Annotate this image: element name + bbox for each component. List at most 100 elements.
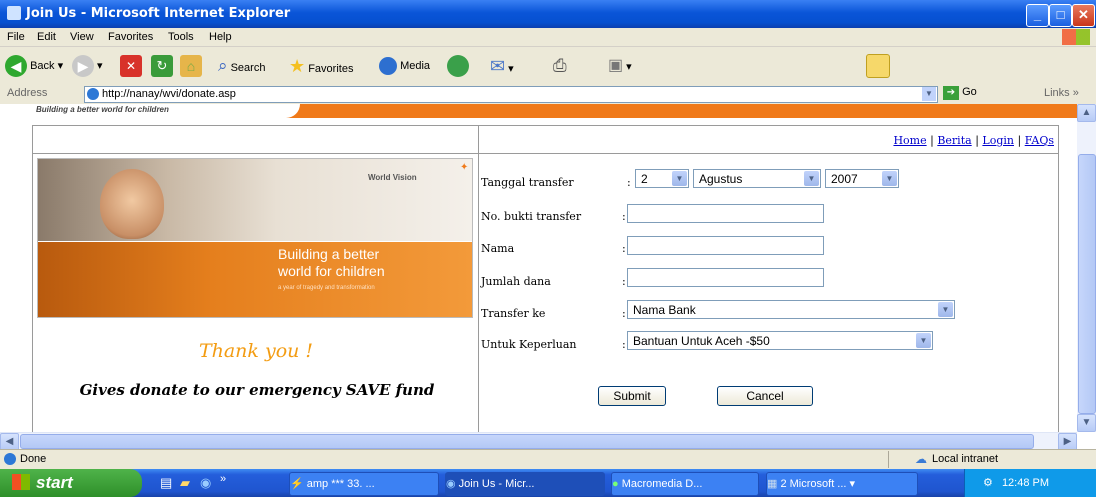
year-select[interactable]: 2007 ▼ xyxy=(825,169,899,188)
start-label: start xyxy=(36,473,73,492)
mail-button[interactable]: ✉ ▾ xyxy=(490,54,514,78)
task-macromedia[interactable]: ● Macromedia D... xyxy=(611,472,759,496)
task-app-icon: ● xyxy=(612,478,622,490)
maximize-button[interactable]: □ xyxy=(1049,4,1072,27)
chevron-down-icon: ▼ xyxy=(882,171,897,186)
menu-bar: File Edit View Favorites Tools Help xyxy=(0,28,1096,47)
taskbar: start ▤ ▰ ◉ » ⚡ amp *** 33. ... ◉ Join U… xyxy=(0,469,1096,497)
scroll-up-button[interactable]: ▲ xyxy=(1077,104,1096,122)
window-title: Join Us - Microsoft Internet Explorer xyxy=(26,6,291,21)
transfer-ke-select[interactable]: Nama Bank ▼ xyxy=(627,300,955,319)
quicklaunch-desktop-icon[interactable]: ▤ xyxy=(160,475,172,491)
nama-input[interactable] xyxy=(627,236,824,255)
submit-button[interactable]: Submit xyxy=(598,386,666,406)
banner-orange-strip xyxy=(270,104,1077,118)
menu-tools[interactable]: Tools xyxy=(168,31,194,43)
task-app-icon: ⚡ xyxy=(290,478,307,490)
menu-edit[interactable]: Edit xyxy=(37,31,56,43)
horizontal-scroll-thumb[interactable] xyxy=(20,434,1034,449)
month-select[interactable]: Agustus ▼ xyxy=(693,169,821,188)
world-vision-photo: World Vision ✦ Building a better world f… xyxy=(37,158,473,318)
colon: : xyxy=(622,338,626,351)
back-arrow-icon: ◀ xyxy=(5,55,27,78)
task-label: amp *** 33. ... xyxy=(306,478,375,490)
links-button[interactable]: Links » xyxy=(1044,87,1079,99)
address-input[interactable]: http://nanay/wvi/donate.asp ▼ xyxy=(84,86,938,103)
bukti-transfer-input[interactable] xyxy=(627,204,824,223)
links-label: Links xyxy=(1044,87,1070,99)
refresh-button[interactable]: ↻ xyxy=(151,54,173,78)
colon: : xyxy=(622,307,626,320)
day-value: 2 xyxy=(641,172,648,186)
search-label: Search xyxy=(230,62,266,74)
nav-berita-link[interactable]: Berita xyxy=(937,134,971,147)
edit-button[interactable]: ▣ ▾ xyxy=(608,54,632,78)
forward-button[interactable]: ▶ ▾ xyxy=(72,54,103,78)
horizontal-scrollbar[interactable]: ◀ ▶ xyxy=(0,432,1077,451)
page-done-icon xyxy=(4,453,16,465)
stop-icon: ✕ xyxy=(120,55,142,78)
address-url: http://nanay/wvi/donate.asp xyxy=(102,88,236,100)
media-label: Media xyxy=(400,60,431,72)
media-button[interactable]: Media xyxy=(379,54,430,78)
back-button[interactable]: ◀ Back ▾ xyxy=(5,54,63,78)
tray-network-icon[interactable]: ⚙ xyxy=(983,477,993,489)
day-select[interactable]: 2 ▼ xyxy=(635,169,689,188)
minimize-button[interactable]: _ xyxy=(1026,4,1049,27)
nav-faqs-link[interactable]: FAQs xyxy=(1025,134,1054,147)
vertical-scroll-thumb[interactable] xyxy=(1078,154,1096,414)
search-button[interactable]: ⌕ Search xyxy=(218,54,265,78)
untuk-keperluan-select[interactable]: Bantuan Untuk Aceh -$50 ▼ xyxy=(627,331,933,350)
world-vision-logo: World Vision xyxy=(368,173,417,182)
address-dropdown-icon[interactable]: ▼ xyxy=(922,87,936,101)
stop-button[interactable]: ✕ xyxy=(120,54,142,78)
untuk-keperluan-value: Bantuan Untuk Aceh -$50 xyxy=(633,334,770,348)
donation-message: Gives donate to our emergency SAVE fund xyxy=(79,381,435,399)
zone-text: Local intranet xyxy=(932,453,999,465)
content-table: Home | Berita | Login | FAQs World Visio… xyxy=(32,125,1059,432)
address-bar: Address http://nanay/wvi/donate.asp ▼ ➔ … xyxy=(0,85,1096,105)
thank-you-text: Thank you ! xyxy=(198,340,314,362)
messenger-button[interactable] xyxy=(866,54,890,79)
go-button[interactable]: ➔ Go xyxy=(943,86,977,100)
colon: : xyxy=(622,210,626,223)
windows-logo-icon xyxy=(1062,29,1090,45)
address-label: Address xyxy=(7,87,48,99)
nama-label: Nama xyxy=(481,242,515,255)
jumlah-dana-input[interactable] xyxy=(627,268,824,287)
task-join-us[interactable]: ◉ Join Us - Micr... xyxy=(445,472,605,496)
menu-file[interactable]: File xyxy=(7,31,25,43)
month-value: Agustus xyxy=(699,172,743,186)
cancel-button[interactable]: Cancel xyxy=(717,386,813,406)
edit-icon: ▣ xyxy=(608,57,624,74)
title-bar[interactable]: Join Us - Microsoft Internet Explorer _ … xyxy=(0,0,1096,28)
menu-help[interactable]: Help xyxy=(209,31,232,43)
page-icon xyxy=(87,88,99,101)
task-amp[interactable]: ⚡ amp *** 33. ... xyxy=(289,472,439,496)
close-button[interactable]: ✕ xyxy=(1072,4,1095,27)
quicklaunch-ie-icon[interactable]: ◉ xyxy=(200,475,211,491)
nav-login-link[interactable]: Login xyxy=(982,134,1014,147)
menu-view[interactable]: View xyxy=(70,31,94,43)
vertical-scrollbar[interactable]: ▲ ▼ xyxy=(1077,104,1096,432)
history-button[interactable] xyxy=(447,54,469,78)
photo-caption-line2: world for children xyxy=(278,263,385,279)
scroll-down-button[interactable]: ▼ xyxy=(1077,414,1096,432)
toolbar: ◀ Back ▾ ▶ ▾ ✕ ↻ ⌂ ⌕ Search ★ Favorites … xyxy=(0,47,1096,86)
print-button[interactable]: ⎙ xyxy=(553,54,567,78)
donation-form: Tanggal transfer : 2 ▼ Agustus ▼ 2007 ▼ No.… xyxy=(479,154,1058,432)
quicklaunch-more-icon[interactable]: » xyxy=(220,473,226,485)
home-button[interactable]: ⌂ xyxy=(180,54,202,78)
chevron-down-icon: ▼ xyxy=(916,333,931,348)
start-button[interactable]: start xyxy=(0,469,142,497)
nav-home-link[interactable]: Home xyxy=(893,134,926,147)
chevron-down-icon: ▼ xyxy=(804,171,819,186)
favorites-button[interactable]: ★ Favorites xyxy=(289,54,353,78)
year-value: 2007 xyxy=(831,172,858,186)
status-text: Done xyxy=(20,453,47,465)
task-microsoft[interactable]: ▦ 2 Microsoft ... ▾ xyxy=(766,472,918,496)
quicklaunch-folder-icon[interactable]: ▰ xyxy=(180,475,190,491)
task-label: Join Us - Micr... xyxy=(458,478,535,490)
nav-separator: | xyxy=(1017,134,1022,147)
menu-favorites[interactable]: Favorites xyxy=(108,31,153,43)
